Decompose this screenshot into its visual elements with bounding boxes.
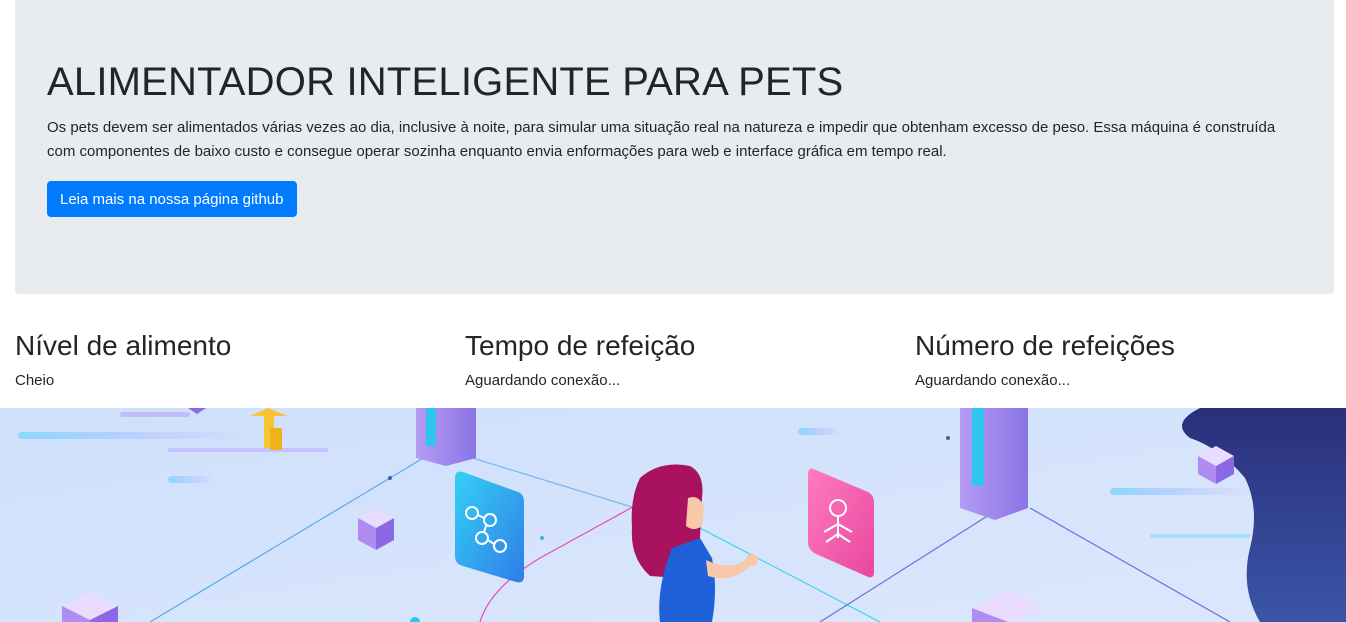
stat-title: Nível de alimento xyxy=(15,330,232,361)
hero-description: Os pets devem ser alimentados várias vez… xyxy=(47,119,1276,160)
illustration-graphic xyxy=(0,408,1346,622)
server-tower-icon xyxy=(960,408,1028,520)
stat-value: Aguardando conexão... xyxy=(465,372,621,389)
stat-food-level: Nível de alimento Cheio xyxy=(15,328,231,390)
stat-title: Tempo de refeição xyxy=(465,330,696,361)
stats-row: Nível de alimento Cheio Tempo de refeiçã… xyxy=(0,328,1346,398)
hero-jumbotron: ALIMENTADOR INTELIGENTE PARA PETS Os pet… xyxy=(15,0,1334,294)
tech-illustration xyxy=(0,408,1346,622)
stat-value: Aguardando conexão... xyxy=(915,372,1071,389)
server-tower-icon xyxy=(416,408,476,466)
stat-meal-time: Tempo de refeição Aguardando conexão... xyxy=(465,328,695,390)
stat-value: Cheio xyxy=(15,372,55,389)
page-title: ALIMENTADOR INTELIGENTE PARA PETS xyxy=(47,60,844,104)
github-button[interactable]: Leia mais na nossa página github xyxy=(47,181,297,217)
stat-title: Número de refeições xyxy=(915,330,1175,361)
stat-meal-count: Número de refeições Aguardando conexão..… xyxy=(915,328,1175,390)
